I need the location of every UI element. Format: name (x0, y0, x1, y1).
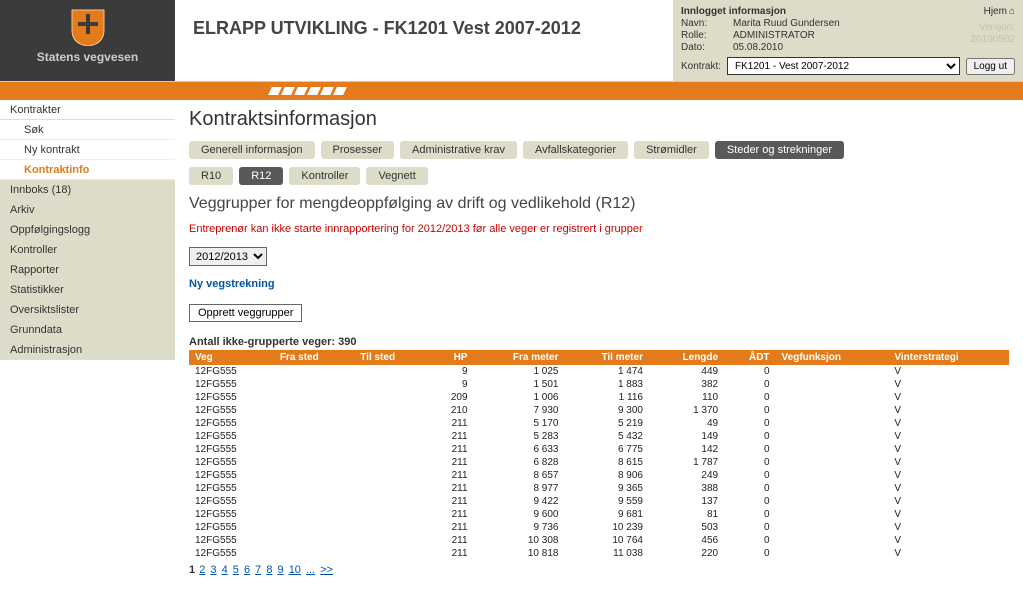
brand-name: Statens vegvesen (0, 50, 175, 64)
rolle-label: Rolle: (681, 30, 727, 41)
sub-tab[interactable]: R10 (189, 167, 233, 185)
table-row[interactable]: 12FG5552116 8288 6151 7870V (189, 456, 1009, 469)
table-row[interactable]: 12FG55591 5011 8833820V (189, 378, 1009, 391)
sidebar-item[interactable]: Grunndata (0, 320, 175, 340)
sub-tab-row: R10 R12 Kontroller Vegnett (189, 167, 1009, 185)
col-header: Til sted (354, 350, 428, 365)
navn-label: Navn: (681, 18, 727, 29)
warning-text: Entreprenør kan ikke starte innrapporter… (189, 223, 1009, 235)
table-row[interactable]: 12FG5552115 2835 4321490V (189, 430, 1009, 443)
table-row[interactable]: 12FG5552091 0061 1161100V (189, 391, 1009, 404)
main-tab[interactable]: Administrative krav (400, 141, 517, 159)
sidebar-item[interactable]: Administrasjon (0, 340, 175, 360)
logout-button[interactable]: Logg ut (966, 58, 1015, 75)
pager: 1 2 3 4 5 6 7 8 9 10 ... >> (189, 564, 1009, 576)
shield-icon (68, 8, 108, 46)
version-tag: Versjon: 20100502 (971, 22, 1016, 46)
create-groups-button[interactable]: Opprett veggrupper (189, 304, 302, 322)
page-title: Kontraktsinformasjon (189, 108, 1009, 131)
sidebar-sub-item[interactable]: Ny kontrakt (0, 140, 175, 160)
col-header: ÅDT (724, 350, 775, 365)
table-row[interactable]: 12FG55521110 30810 7644560V (189, 534, 1009, 547)
kontrakt-label: Kontrakt: (681, 61, 721, 72)
dato-value: 05.08.2010 (733, 42, 783, 53)
pager-page[interactable]: 5 (233, 564, 239, 576)
sidebar-item[interactable]: Rapporter (0, 260, 175, 280)
sidebar-sub-item[interactable]: Søk (0, 120, 175, 140)
pager-current: 1 (189, 564, 195, 576)
year-select[interactable]: 2012/2013 (189, 247, 267, 266)
pager-page[interactable]: 6 (244, 564, 250, 576)
table-row[interactable]: 12FG5552119 73610 2395030V (189, 521, 1009, 534)
col-header: Veg (189, 350, 274, 365)
col-header: HP (428, 350, 473, 365)
pager-ellipsis[interactable]: ... (306, 564, 315, 576)
sidebar-item[interactable]: Innboks (18) (0, 180, 175, 200)
table-row[interactable]: 12FG55591 0251 4744490V (189, 365, 1009, 378)
login-info-box: Innlogget informasjon Hjem ⌂ Versjon: 20… (673, 0, 1023, 81)
sidebar-item[interactable]: Oversiktslister (0, 300, 175, 320)
dato-label: Dato: (681, 42, 727, 53)
app-title: ELRAPP UTVIKLING - FK1201 Vest 2007-2012 (193, 18, 673, 39)
login-info-title: Innlogget informasjon (681, 6, 1015, 17)
pager-page[interactable]: 8 (266, 564, 272, 576)
table-row[interactable]: 12FG55521110 81811 0382200V (189, 547, 1009, 560)
main-tab-row: Generell informasjon Prosesser Administrat… (189, 141, 1009, 159)
pager-page[interactable]: 3 (210, 564, 216, 576)
home-icon: ⌂ (1009, 6, 1015, 17)
main-tab[interactable]: Generell informasjon (189, 141, 315, 159)
sidebar: KontrakterSøkNy kontraktKontraktinfoInnb… (0, 100, 175, 590)
main-tab[interactable]: Steder og strekninger (715, 141, 844, 159)
table-row[interactable]: 12FG5552116 6336 7751420V (189, 443, 1009, 456)
table-row[interactable]: 12FG5552119 6009 681810V (189, 508, 1009, 521)
pager-page[interactable]: 2 (199, 564, 205, 576)
orange-ribbon (0, 82, 1023, 100)
col-header: Fra sted (274, 350, 354, 365)
new-road-link[interactable]: Ny vegstrekning (189, 278, 275, 290)
pager-next[interactable]: >> (320, 564, 333, 576)
table-row[interactable]: 12FG5552107 9309 3001 3700V (189, 404, 1009, 417)
col-header: Vegfunksjon (776, 350, 889, 365)
col-header: Lengde (649, 350, 724, 365)
sidebar-item[interactable]: Arkiv (0, 200, 175, 220)
sidebar-item[interactable]: Kontroller (0, 240, 175, 260)
ungrouped-count: Antall ikke-grupperte veger: 390 (189, 336, 1009, 348)
main-tab[interactable]: Avfallskategorier (523, 141, 628, 159)
sidebar-sub-item[interactable]: Kontraktinfo (0, 160, 175, 180)
sub-tab[interactable]: Kontroller (289, 167, 360, 185)
table-row[interactable]: 12FG5552119 4229 5591370V (189, 495, 1009, 508)
main-tab[interactable]: Strømidler (634, 141, 709, 159)
main-tab[interactable]: Prosesser (321, 141, 395, 159)
home-link[interactable]: Hjem ⌂ (984, 6, 1015, 17)
pager-page[interactable]: 9 (278, 564, 284, 576)
brand-logo-block: Statens vegvesen (0, 0, 175, 81)
kontrakt-select[interactable]: FK1201 - Vest 2007-2012 (727, 57, 960, 75)
sidebar-item[interactable]: Kontrakter (0, 100, 175, 120)
rolle-value: ADMINISTRATOR (733, 30, 815, 41)
navn-value: Marita Ruud Gundersen (733, 18, 840, 29)
table-row[interactable]: 12FG5552115 1705 219490V (189, 417, 1009, 430)
sub-tab[interactable]: R12 (239, 167, 283, 185)
table-row[interactable]: 12FG5552118 6578 9062490V (189, 469, 1009, 482)
pager-page[interactable]: 7 (255, 564, 261, 576)
col-header: Fra meter (474, 350, 565, 365)
road-table: VegFra stedTil stedHPFra meterTil meterL… (189, 350, 1009, 560)
pager-page[interactable]: 10 (289, 564, 301, 576)
pager-page[interactable]: 4 (222, 564, 228, 576)
sub-tab[interactable]: Vegnett (366, 167, 427, 185)
table-row[interactable]: 12FG5552118 9779 3653880V (189, 482, 1009, 495)
col-header: Til meter (564, 350, 649, 365)
sidebar-item[interactable]: Oppfølgingslogg (0, 220, 175, 240)
col-header: Vinterstrategi (888, 350, 1009, 365)
sidebar-item[interactable]: Statistikker (0, 280, 175, 300)
section-title: Veggrupper for mengdeoppfølging av drift… (189, 195, 1009, 213)
